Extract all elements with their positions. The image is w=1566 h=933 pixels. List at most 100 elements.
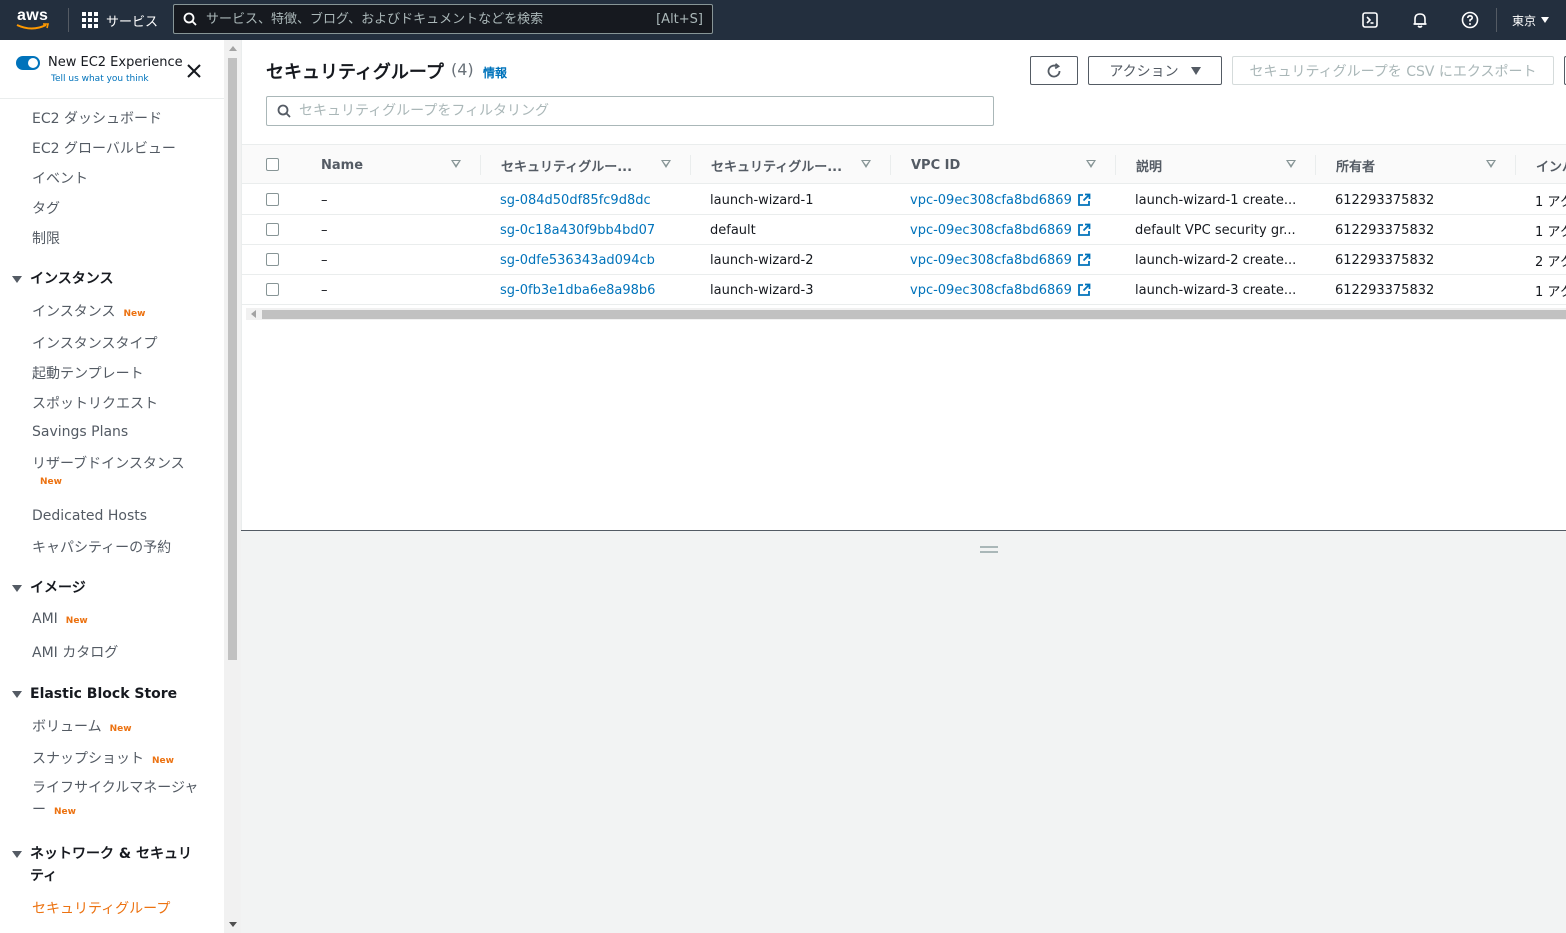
table-row[interactable]: – sg-0c18a430f9bb4bd07 default vpc-09ec3… xyxy=(242,215,1566,245)
column-divider[interactable] xyxy=(480,155,481,175)
info-link[interactable]: 情報 xyxy=(483,64,507,81)
sort-icon[interactable] xyxy=(861,160,871,168)
nav-security-groups[interactable]: セキュリティグループ xyxy=(32,898,170,918)
column-divider[interactable] xyxy=(690,155,691,175)
column-divider[interactable] xyxy=(1115,155,1116,175)
cell-sg-id-link[interactable]: sg-0fb3e1dba6e8a98b6 xyxy=(500,275,655,305)
nav-instance-types[interactable]: インスタンスタイプ xyxy=(32,333,157,353)
nav-instances[interactable]: インスタンス New xyxy=(32,301,145,321)
table-row[interactable]: – sg-0dfe536343ad094cb launch-wizard-2 v… xyxy=(242,245,1566,275)
caret-down-icon xyxy=(12,276,22,283)
actions-dropdown-button[interactable]: アクション xyxy=(1088,56,1222,85)
security-groups-panel: セキュリティグループ (4) 情報 アクション セキュリティグループを CSV … xyxy=(241,40,1566,530)
sort-icon[interactable] xyxy=(1086,160,1096,168)
nav-spot-requests[interactable]: スポットリクエスト xyxy=(32,393,158,413)
sort-icon[interactable] xyxy=(661,160,671,168)
global-search-box[interactable]: [Alt+S] xyxy=(173,4,713,34)
row-checkbox[interactable] xyxy=(266,223,279,236)
nav-ami[interactable]: AMI New xyxy=(32,611,88,627)
close-icon[interactable] xyxy=(185,62,203,80)
help-icon[interactable] xyxy=(1460,10,1480,30)
sort-icon[interactable] xyxy=(1486,160,1496,168)
nav-volumes[interactable]: ボリューム New xyxy=(32,716,132,736)
new-badge: New xyxy=(109,724,132,734)
aws-logo[interactable]: aws xyxy=(14,7,52,33)
external-link-icon xyxy=(1077,283,1091,297)
table-horizontal-scrollbar[interactable] xyxy=(246,308,1566,320)
caret-down-icon xyxy=(12,851,22,858)
caret-down-icon xyxy=(12,691,22,698)
nav-ec2-dashboard[interactable]: EC2 ダッシュボード xyxy=(32,108,162,128)
cell-sg-id-link[interactable]: sg-084d50df85fc9d8dc xyxy=(500,185,651,215)
column-header-sg-name[interactable]: セキュリティグルー... xyxy=(711,145,861,185)
column-header-inbound-rules[interactable]: インバ xyxy=(1536,145,1566,185)
column-divider[interactable] xyxy=(1315,155,1316,175)
region-selector[interactable]: 東京 xyxy=(1512,0,1550,40)
cloudshell-icon[interactable] xyxy=(1360,10,1380,30)
export-csv-button[interactable]: セキュリティグループを CSV にエクスポート xyxy=(1232,56,1554,85)
new-experience-toggle[interactable] xyxy=(16,56,40,70)
nav-capacity-reservations[interactable]: キャパシティーの予約 xyxy=(32,537,171,557)
cell-name: – xyxy=(321,222,328,238)
table-row[interactable]: – sg-0fb3e1dba6e8a98b6 launch-wizard-3 v… xyxy=(242,275,1566,305)
nav-dedicated-hosts[interactable]: Dedicated Hosts xyxy=(32,508,147,524)
section-images[interactable]: イメージ xyxy=(12,577,86,599)
nav-limits[interactable]: 制限 xyxy=(32,228,60,248)
row-checkbox[interactable] xyxy=(266,283,279,296)
cell-vpc-link[interactable]: vpc-09ec308cfa8bd6869 xyxy=(910,215,1091,245)
sidebar-scrollbar[interactable] xyxy=(224,40,241,933)
bell-icon[interactable] xyxy=(1410,10,1430,30)
nav-savings-plans[interactable]: Savings Plans xyxy=(32,424,128,440)
cell-description: launch-wizard-3 create... xyxy=(1135,282,1297,298)
section-ebs[interactable]: Elastic Block Store xyxy=(12,683,177,705)
cell-vpc-link[interactable]: vpc-09ec308cfa8bd6869 xyxy=(910,185,1091,215)
resize-handle-icon[interactable] xyxy=(980,546,998,553)
global-search-input[interactable] xyxy=(206,11,657,27)
table-row[interactable]: – sg-084d50df85fc9d8dc launch-wizard-1 v… xyxy=(242,185,1566,215)
scroll-up-icon[interactable] xyxy=(229,46,237,51)
column-header-vpc-id[interactable]: VPC ID xyxy=(911,145,1061,185)
nav-snapshots[interactable]: スナップショット New xyxy=(32,748,174,768)
section-network-security-label: ネットワーク & セキュリティ xyxy=(30,846,192,884)
row-checkbox[interactable] xyxy=(266,253,279,266)
column-header-name[interactable]: Name xyxy=(321,145,441,185)
filter-input[interactable] xyxy=(299,103,983,119)
cell-vpc-text: vpc-09ec308cfa8bd6869 xyxy=(910,222,1072,238)
column-divider[interactable] xyxy=(890,155,891,175)
select-all-checkbox[interactable] xyxy=(266,158,279,171)
cell-sg-id-link[interactable]: sg-0dfe536343ad094cb xyxy=(500,245,655,275)
nav-reserved-instances[interactable]: リザーブドインスタンス New xyxy=(32,453,185,487)
nav-ami-catalog[interactable]: AMI カタログ xyxy=(32,642,118,662)
refresh-button[interactable] xyxy=(1030,56,1078,85)
sort-icon[interactable] xyxy=(1286,160,1296,168)
filter-box[interactable] xyxy=(266,96,994,126)
nav-divider xyxy=(68,8,69,32)
cell-vpc-link[interactable]: vpc-09ec308cfa8bd6869 xyxy=(910,245,1091,275)
column-divider[interactable] xyxy=(1515,155,1516,175)
nav-lifecycle-manager[interactable]: ライフサイクルマネージャー New xyxy=(32,777,202,823)
sort-icon[interactable] xyxy=(451,160,461,168)
row-checkbox[interactable] xyxy=(266,193,279,206)
section-instances[interactable]: インスタンス xyxy=(12,268,113,290)
nav-ec2-global-view[interactable]: EC2 グローバルビュー xyxy=(32,138,176,158)
cell-name: – xyxy=(321,282,328,298)
cell-sg-id-link[interactable]: sg-0c18a430f9bb4bd07 xyxy=(500,215,655,245)
feedback-link[interactable]: Tell us what you think xyxy=(51,74,149,84)
services-menu-button[interactable]: サービス xyxy=(82,0,158,40)
section-network-security[interactable]: ネットワーク & セキュリティ xyxy=(12,843,195,887)
nav-events[interactable]: イベント xyxy=(32,168,88,188)
scroll-left-icon[interactable] xyxy=(251,310,256,318)
cell-vpc-link[interactable]: vpc-09ec308cfa8bd6869 xyxy=(910,275,1091,305)
nav-tags[interactable]: タグ xyxy=(32,198,60,218)
nav-launch-templates[interactable]: 起動テンプレート xyxy=(32,363,144,383)
cell-owner: 612293375832 xyxy=(1335,222,1435,238)
horizontal-scroll-thumb[interactable] xyxy=(262,310,1566,319)
column-header-sg-id[interactable]: セキュリティグルー... xyxy=(501,145,651,185)
nav-instances-label: インスタンス xyxy=(32,304,116,320)
scroll-down-icon[interactable] xyxy=(229,922,237,927)
sidebar-scroll-thumb[interactable] xyxy=(228,58,237,660)
column-header-owner[interactable]: 所有者 xyxy=(1336,145,1486,185)
cell-inbound-rules: 2 アク xyxy=(1535,254,1566,270)
column-header-description[interactable]: 説明 xyxy=(1136,145,1286,185)
cell-description: launch-wizard-1 create... xyxy=(1135,192,1297,208)
